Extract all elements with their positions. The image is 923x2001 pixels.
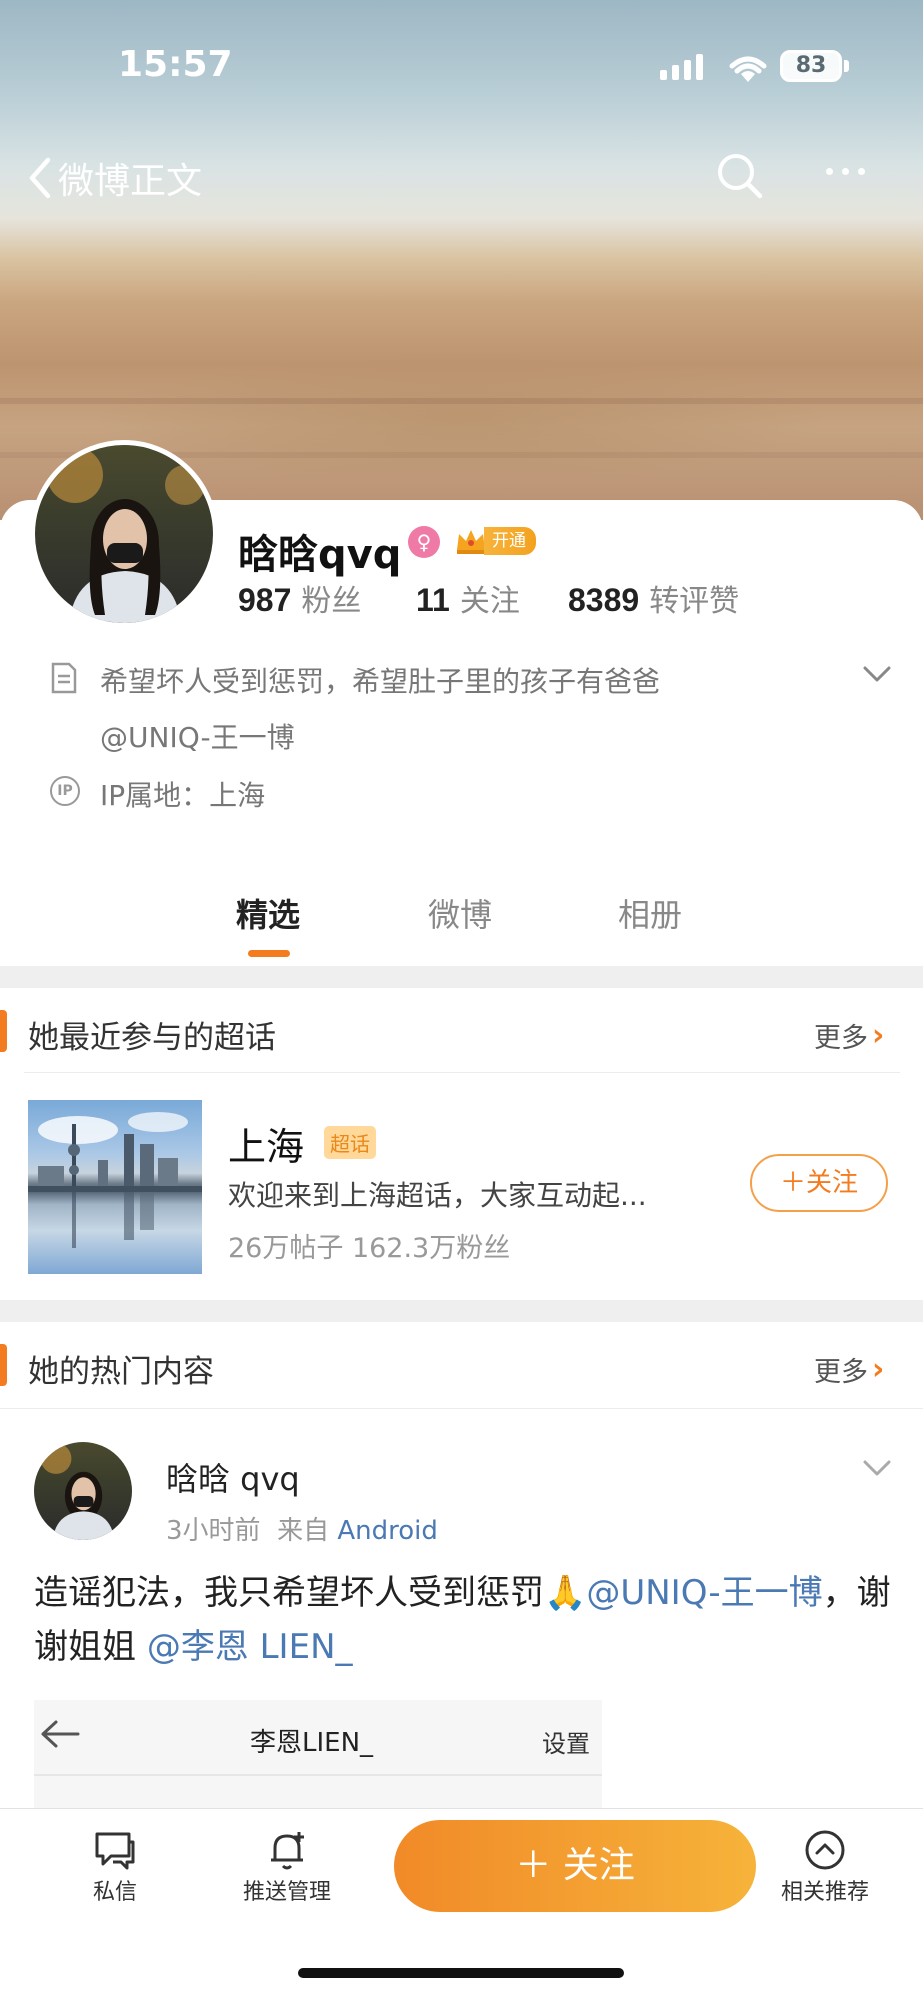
vip-label: 开通 xyxy=(484,527,536,555)
post-text-part: 造谣犯法，我只希望坏人受到惩罚 xyxy=(34,1573,544,1613)
vip-open-badge[interactable]: 开通 xyxy=(454,526,536,556)
battery-tip xyxy=(844,60,849,72)
stat-value: 11 xyxy=(416,582,450,618)
message-label: 私信 xyxy=(92,1880,137,1905)
super-topic-name[interactable]: 上海 xyxy=(228,1116,304,1171)
follow-button[interactable]: ＋ 关注 xyxy=(394,1820,756,1912)
chevron-right-icon: › xyxy=(872,1018,885,1053)
section-accent-bar xyxy=(0,1010,7,1052)
super-topic-thumbnail[interactable] xyxy=(28,1100,202,1274)
push-settings-label: 推送管理 xyxy=(242,1880,331,1905)
chevron-right-icon: › xyxy=(872,1352,885,1387)
sand-ridge xyxy=(0,398,923,404)
stat-label: 关注 xyxy=(459,584,520,619)
search-button[interactable] xyxy=(716,152,764,204)
post-time: 3小时前 xyxy=(166,1516,261,1546)
stat-interactions[interactable]: 8389 转评赞 xyxy=(568,576,739,620)
section-accent-bar xyxy=(0,1344,7,1386)
wifi-icon xyxy=(726,48,770,88)
stat-value: 8389 xyxy=(568,582,640,618)
search-icon xyxy=(718,154,763,199)
embedded-settings: 设置 xyxy=(542,1730,590,1758)
more-label: 更多 xyxy=(814,1023,868,1054)
divider xyxy=(34,1774,602,1776)
super-topic-description: 欢迎来到上海超话，大家互动起... xyxy=(228,1179,647,1212)
ip-location: IP属地：上海 xyxy=(100,779,266,812)
post-meta: 3小时前 来自 Android xyxy=(166,1510,438,1547)
more-options-button[interactable] xyxy=(826,168,865,175)
super-topic-stats: 26万帖子 162.3万粉丝 xyxy=(228,1233,511,1264)
divider xyxy=(24,1072,900,1073)
stat-label: 粉丝 xyxy=(301,584,362,619)
super-topic-follow-button[interactable]: ＋关注 xyxy=(750,1154,888,1212)
super-topic-badge: 超话 xyxy=(324,1126,376,1159)
chevron-down-icon[interactable] xyxy=(862,664,892,688)
profile-username: 晗晗qvq xyxy=(238,532,402,578)
shanghai-skyline-image xyxy=(28,1112,202,1248)
back-button[interactable]: 微博正文 xyxy=(28,152,202,204)
post-source-prefix: 来自 xyxy=(277,1516,330,1546)
divider xyxy=(0,1408,923,1409)
bio-line: 希望坏人受到惩罚，希望肚子里的孩子有爸爸 xyxy=(100,665,661,698)
related-recommendations-button[interactable]: 相关推荐 xyxy=(760,1826,890,1906)
embedded-title: 李恩LIEN_ xyxy=(250,1728,374,1758)
stat-label: 转评赞 xyxy=(649,584,740,619)
ip-location-icon: IP xyxy=(50,776,80,806)
post-author-avatar[interactable] xyxy=(34,1442,132,1540)
status-time: 15:57 xyxy=(118,44,233,85)
hot-content-title: 她的热门内容 xyxy=(28,1354,214,1390)
super-topics-more-link[interactable]: 更多 › xyxy=(814,1016,884,1055)
signal-icon xyxy=(660,54,703,80)
tab-album[interactable]: 相册 xyxy=(618,890,682,936)
active-tab-indicator xyxy=(248,950,290,957)
tab-featured[interactable]: 精选 xyxy=(236,890,300,936)
back-label: 微博正文 xyxy=(58,161,203,202)
super-topics-title: 她最近参与的超话 xyxy=(28,1020,276,1056)
home-indicator xyxy=(298,1968,624,1978)
tab-weibo[interactable]: 微博 xyxy=(428,890,492,936)
related-recommendations-label: 相关推荐 xyxy=(780,1880,869,1905)
section-separator xyxy=(0,1300,923,1322)
chat-bubble-icon xyxy=(50,1826,180,1874)
battery-icon: 83 xyxy=(780,50,842,82)
stat-value: 987 xyxy=(238,582,292,618)
section-separator xyxy=(0,966,923,988)
mention-link[interactable]: @李恩 LIEN_ xyxy=(147,1627,353,1667)
bell-plus-icon xyxy=(222,1826,352,1874)
post-text: 造谣犯法，我只希望坏人受到惩罚🙏@UNIQ-王一博，谢谢姐姐 @李恩 LIEN_ xyxy=(34,1566,894,1674)
pray-emoji: 🙏 xyxy=(544,1573,587,1613)
hot-content-more-link[interactable]: 更多 › xyxy=(814,1350,884,1389)
profile-bio: 希望坏人受到惩罚，希望肚子里的孩子有爸爸 @UNIQ-王一博 xyxy=(100,654,820,766)
crown-icon xyxy=(457,530,485,554)
message-button[interactable]: 私信 xyxy=(50,1826,180,1906)
female-gender-icon: ♀ xyxy=(408,526,440,558)
avatar[interactable] xyxy=(30,440,218,628)
stat-followers[interactable]: 987 粉丝 xyxy=(238,576,361,620)
bio-mention[interactable]: @UNIQ-王一博 xyxy=(100,710,820,766)
post-source[interactable]: Android xyxy=(337,1516,438,1546)
avatar-photo xyxy=(47,447,205,623)
avatar-photo xyxy=(40,1443,115,1540)
stat-following[interactable]: 11 关注 xyxy=(416,576,520,620)
push-settings-button[interactable]: 推送管理 xyxy=(222,1826,352,1906)
more-label: 更多 xyxy=(814,1357,868,1388)
chevron-up-circle-icon xyxy=(760,1826,890,1874)
document-icon xyxy=(50,662,78,698)
chevron-down-icon[interactable] xyxy=(862,1458,892,1482)
embedded-screenshot[interactable]: 李恩LIEN_ 设置 xyxy=(34,1700,602,1810)
chevron-left-icon xyxy=(29,157,51,199)
arrow-left-icon xyxy=(40,1718,80,1758)
mention-link[interactable]: @UNIQ-王一博 xyxy=(586,1573,822,1613)
post-author-name[interactable]: 晗晗 qvq xyxy=(166,1454,300,1500)
